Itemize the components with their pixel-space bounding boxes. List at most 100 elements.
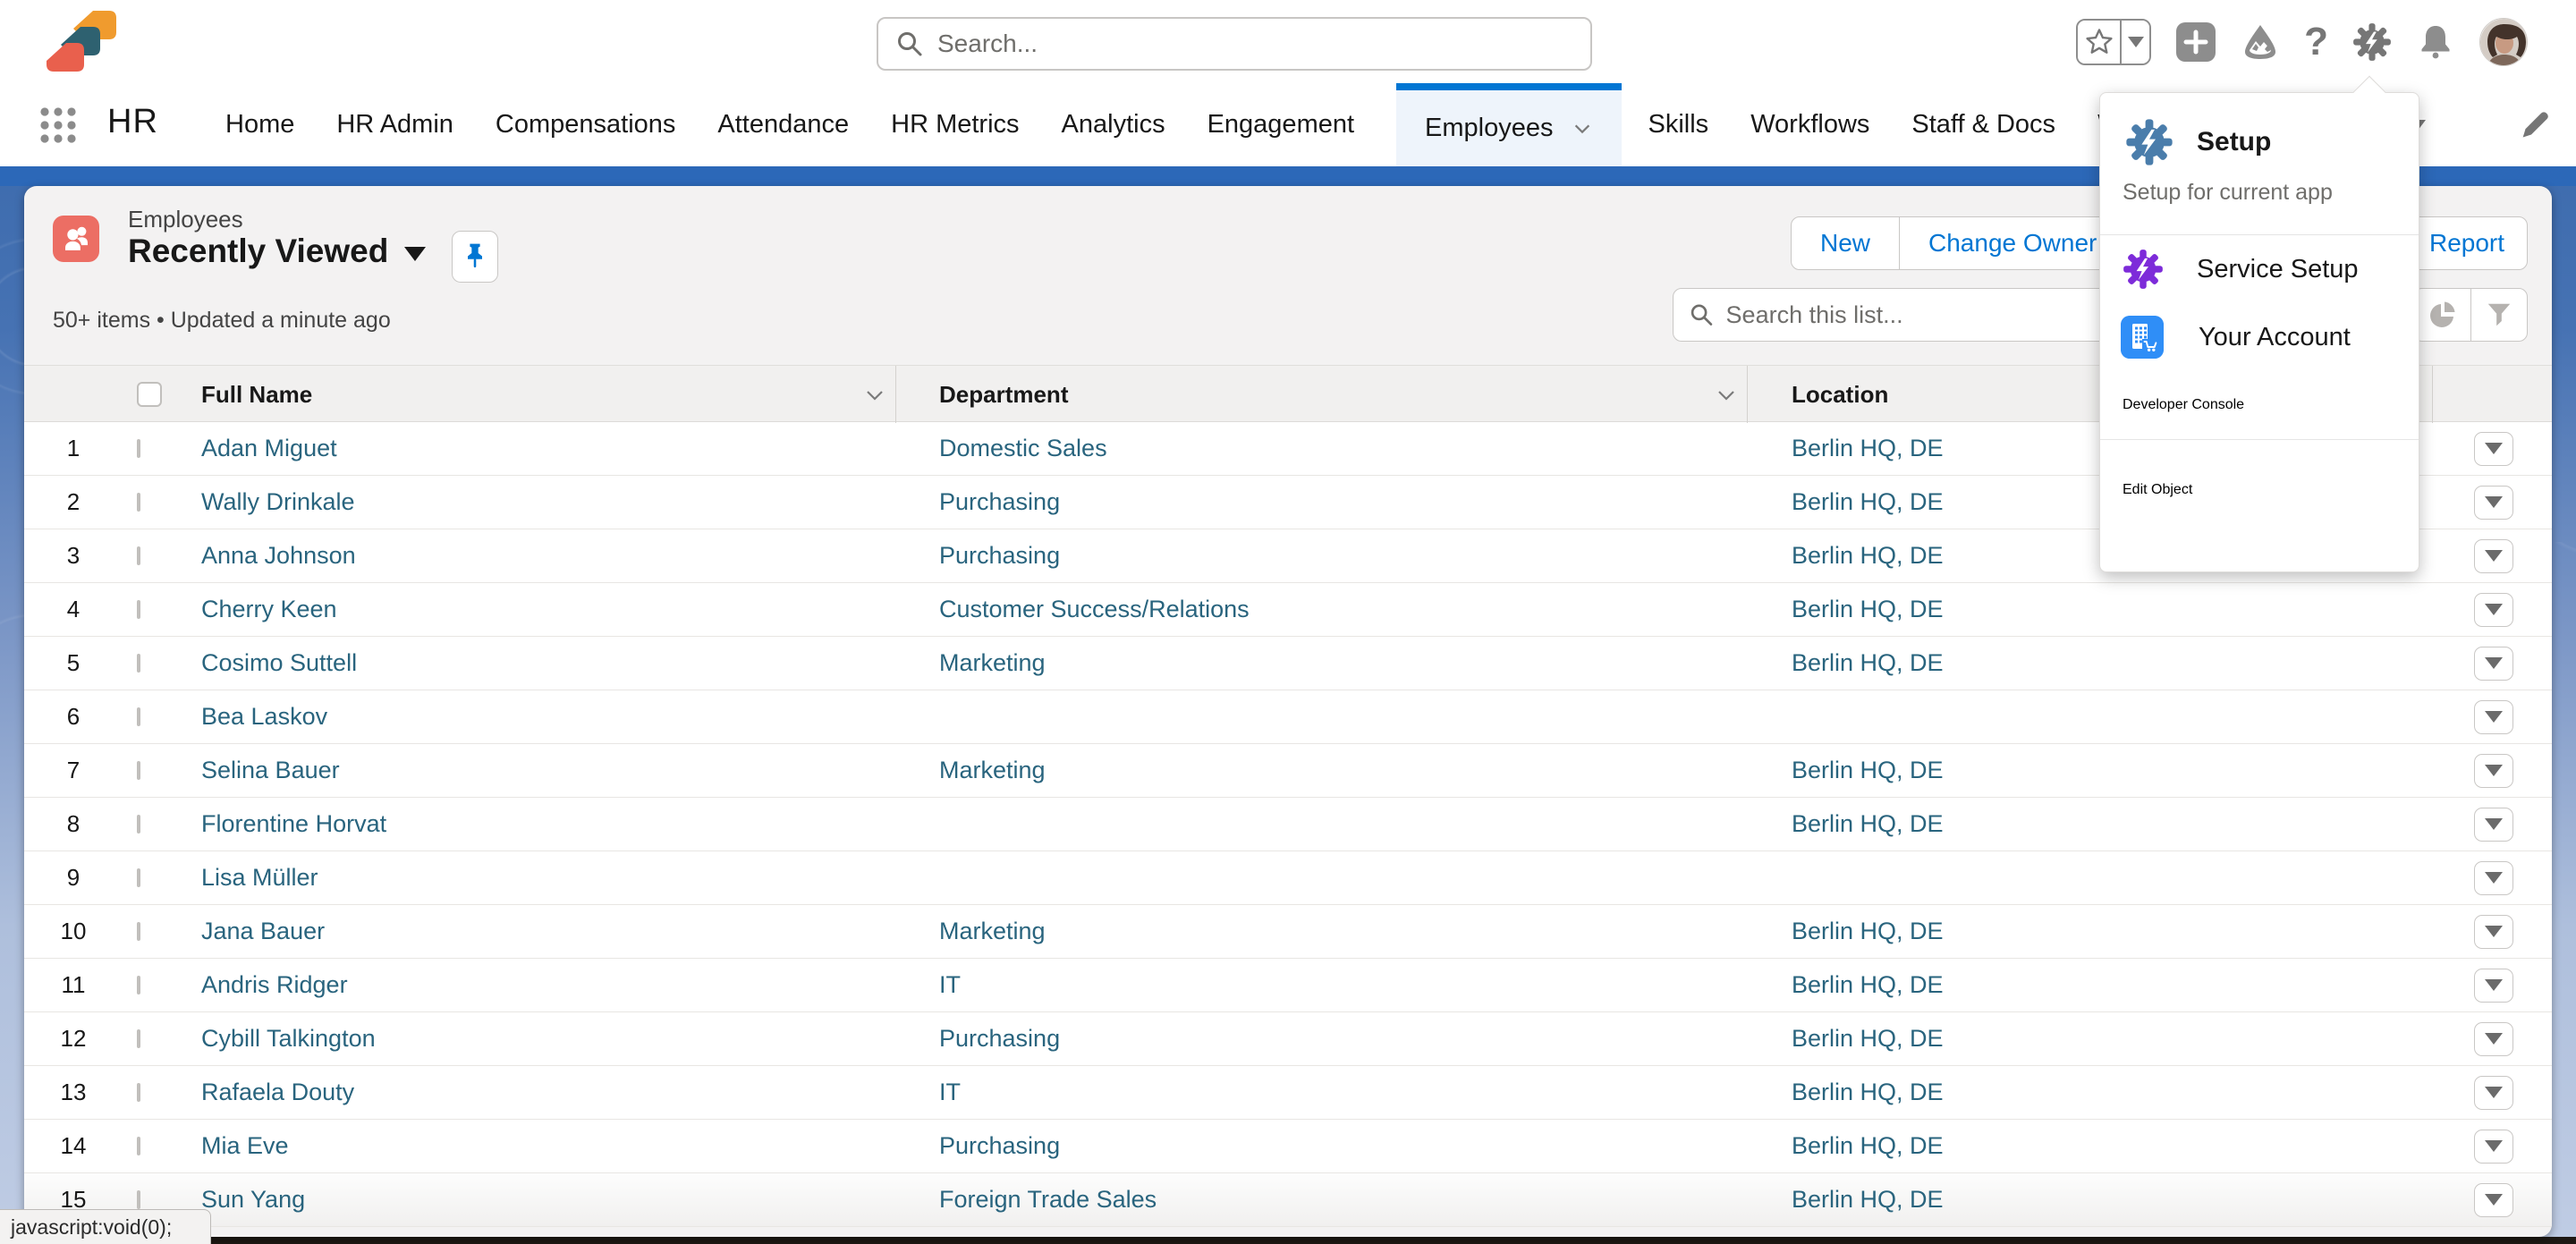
nav-tab-hr-admin[interactable]: HR Admin: [336, 83, 453, 166]
row-actions-button[interactable]: [2474, 593, 2513, 627]
location-link[interactable]: Berlin HQ, DE: [1792, 1132, 1944, 1159]
department-link[interactable]: Marketing: [939, 918, 1046, 944]
location-link[interactable]: Berlin HQ, DE: [1792, 1079, 1944, 1105]
full-name-link[interactable]: Rafaela Douty: [201, 1079, 354, 1105]
menu-item-service-setup[interactable]: Service Setup: [2100, 235, 2419, 303]
menu-item-setup[interactable]: Setup: [2125, 116, 2419, 168]
department-link[interactable]: Foreign Trade Sales: [939, 1186, 1157, 1213]
full-name-link[interactable]: Anna Johnson: [201, 542, 356, 569]
global-search-input[interactable]: [937, 30, 1572, 58]
department-link[interactable]: Marketing: [939, 757, 1046, 783]
location-link[interactable]: Berlin HQ, DE: [1792, 971, 1944, 998]
row-actions-button[interactable]: [2474, 915, 2513, 949]
row-checkbox[interactable]: [137, 976, 140, 994]
favorites-star-button[interactable]: [2078, 21, 2120, 63]
full-name-link[interactable]: Selina Bauer: [201, 757, 340, 783]
row-actions-button[interactable]: [2474, 1076, 2513, 1110]
user-avatar[interactable]: [2479, 18, 2528, 66]
row-actions-button[interactable]: [2474, 808, 2513, 842]
column-header-department[interactable]: Department: [896, 366, 1748, 423]
location-link[interactable]: Berlin HQ, DE: [1792, 810, 1944, 837]
row-checkbox[interactable]: [137, 439, 140, 458]
row-actions-button[interactable]: [2474, 539, 2513, 573]
nav-tab-staff-docs[interactable]: Staff & Docs: [1911, 83, 2055, 166]
row-actions-button[interactable]: [2474, 754, 2513, 788]
department-link[interactable]: Purchasing: [939, 1132, 1060, 1159]
full-name-link[interactable]: Florentine Horvat: [201, 810, 386, 837]
nav-tab-workflows[interactable]: Workflows: [1750, 83, 1869, 166]
full-name-link[interactable]: Cherry Keen: [201, 596, 337, 622]
edit-nav-pencil-icon[interactable]: [2517, 106, 2553, 142]
row-actions-button[interactable]: [2474, 1130, 2513, 1164]
row-actions-button[interactable]: [2474, 1183, 2513, 1217]
nav-tab-analytics[interactable]: Analytics: [1062, 83, 1165, 166]
row-checkbox[interactable]: [137, 922, 140, 941]
row-actions-button[interactable]: [2474, 969, 2513, 1003]
row-checkbox[interactable]: [137, 654, 140, 673]
row-checkbox[interactable]: [137, 493, 140, 512]
nav-tab-attendance[interactable]: Attendance: [717, 83, 849, 166]
list-view-picker[interactable]: Recently Viewed: [128, 233, 426, 270]
department-link[interactable]: Customer Success/Relations: [939, 596, 1250, 622]
nav-tab-hr-metrics[interactable]: HR Metrics: [891, 83, 1019, 166]
row-checkbox[interactable]: [137, 1083, 140, 1102]
menu-item-developer-console[interactable]: Developer Console: [2100, 371, 2419, 439]
row-actions-button[interactable]: [2474, 1022, 2513, 1056]
full-name-link[interactable]: Andris Ridger: [201, 971, 348, 998]
menu-item-edit-object[interactable]: Edit Object: [2100, 456, 2419, 524]
favorites-menu-button[interactable]: [2120, 21, 2149, 63]
filter-button[interactable]: [2470, 289, 2527, 341]
row-actions-button[interactable]: [2474, 647, 2513, 681]
column-header-full-name[interactable]: Full Name: [176, 366, 896, 423]
location-link[interactable]: Berlin HQ, DE: [1792, 1025, 1944, 1052]
row-checkbox[interactable]: [137, 761, 140, 780]
location-link[interactable]: Berlin HQ, DE: [1792, 488, 1944, 515]
location-link[interactable]: Berlin HQ, DE: [1792, 649, 1944, 676]
row-checkbox[interactable]: [137, 600, 140, 619]
row-checkbox[interactable]: [137, 707, 140, 726]
department-link[interactable]: Purchasing: [939, 1025, 1060, 1052]
change-owner-button[interactable]: Change Owner: [1900, 216, 2126, 270]
department-link[interactable]: IT: [939, 1079, 961, 1105]
department-link[interactable]: IT: [939, 971, 961, 998]
nav-tab-engagement[interactable]: Engagement: [1208, 83, 1354, 166]
full-name-link[interactable]: Mia Eve: [201, 1132, 289, 1159]
new-button[interactable]: New: [1791, 216, 1900, 270]
department-link[interactable]: Domestic Sales: [939, 435, 1107, 461]
row-checkbox[interactable]: [137, 1029, 140, 1048]
nav-tab-employees[interactable]: Employees: [1396, 83, 1621, 166]
department-link[interactable]: Purchasing: [939, 488, 1060, 515]
app-launcher-icon[interactable]: [39, 106, 77, 144]
setup-gear-button[interactable]: [2352, 22, 2392, 62]
row-actions-button[interactable]: [2474, 486, 2513, 520]
location-link[interactable]: Berlin HQ, DE: [1792, 918, 1944, 944]
pin-list-button[interactable]: [452, 231, 498, 283]
charts-button[interactable]: [2414, 289, 2470, 341]
location-link[interactable]: Berlin HQ, DE: [1792, 757, 1944, 783]
row-actions-button[interactable]: [2474, 700, 2513, 734]
full-name-link[interactable]: Bea Laskov: [201, 703, 327, 730]
full-name-link[interactable]: Cosimo Suttell: [201, 649, 357, 676]
row-checkbox[interactable]: [137, 1137, 140, 1155]
full-name-link[interactable]: Lisa Müller: [201, 864, 318, 891]
row-actions-button[interactable]: [2474, 432, 2513, 466]
help-button[interactable]: ?: [2304, 20, 2328, 64]
row-checkbox[interactable]: [137, 815, 140, 834]
full-name-link[interactable]: Wally Drinkale: [201, 488, 355, 515]
full-name-link[interactable]: Sun Yang: [201, 1186, 305, 1213]
report-button[interactable]: Report: [2406, 216, 2528, 270]
menu-item-your-account[interactable]: Your Account: [2100, 303, 2419, 371]
row-checkbox[interactable]: [137, 546, 140, 565]
location-link[interactable]: Berlin HQ, DE: [1792, 435, 1944, 461]
select-all-checkbox[interactable]: [137, 382, 162, 407]
guidance-center-button[interactable]: [2241, 22, 2280, 62]
row-checkbox[interactable]: [137, 868, 140, 887]
full-name-link[interactable]: Adan Miguet: [201, 435, 337, 461]
row-checkbox[interactable]: [137, 1190, 140, 1209]
nav-tab-compensations[interactable]: Compensations: [496, 83, 676, 166]
department-link[interactable]: Marketing: [939, 649, 1046, 676]
department-link[interactable]: Purchasing: [939, 542, 1060, 569]
nav-tab-skills[interactable]: Skills: [1648, 83, 1709, 166]
row-actions-button[interactable]: [2474, 861, 2513, 895]
full-name-link[interactable]: Jana Bauer: [201, 918, 325, 944]
